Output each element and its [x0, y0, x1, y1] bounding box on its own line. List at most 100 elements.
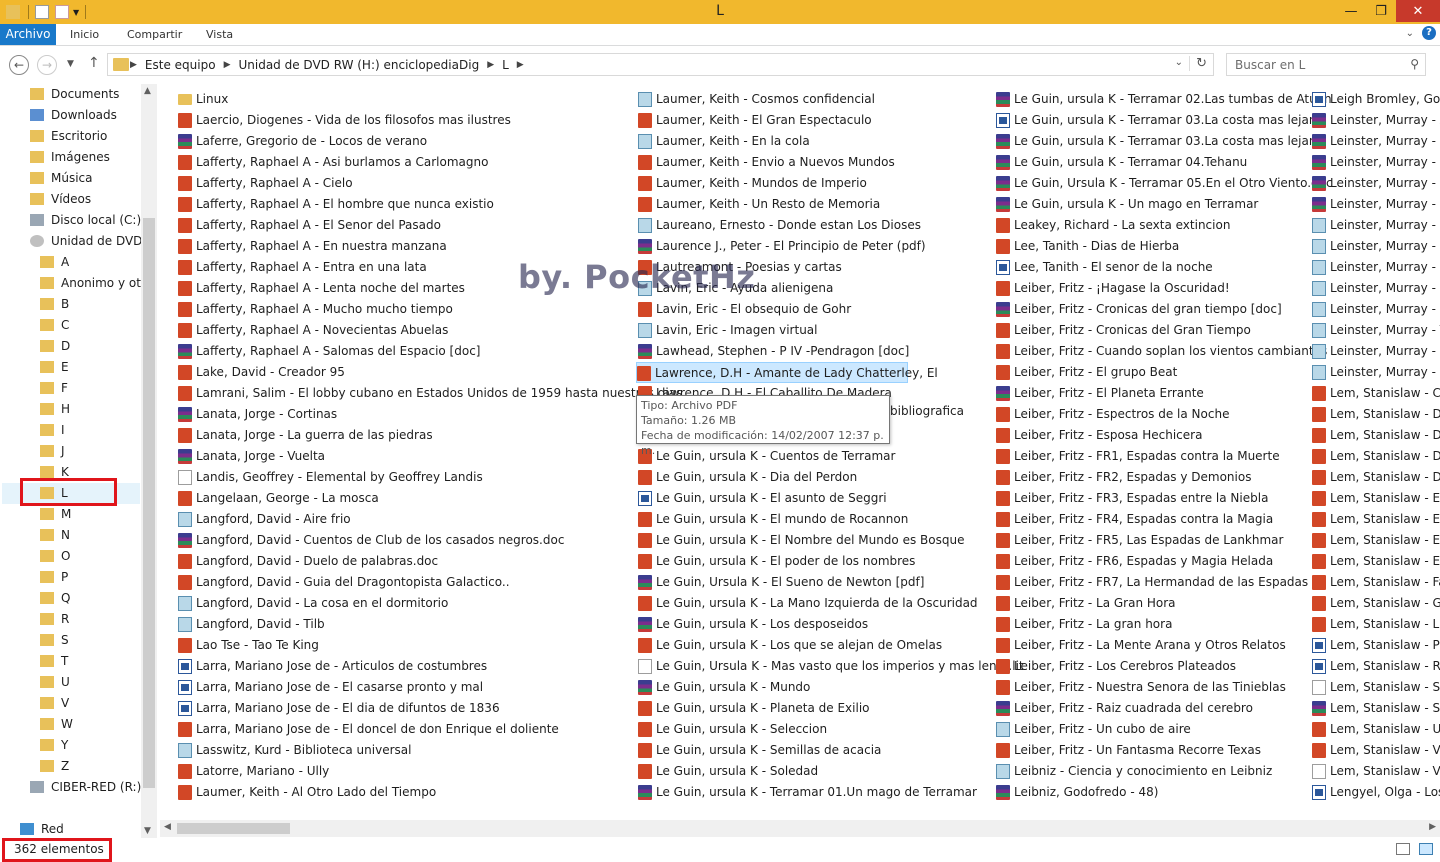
scroll-right-icon[interactable]: ▶: [1429, 822, 1436, 832]
file-name: Leinster, Murray - Ins: [1330, 218, 1440, 232]
chevron-right-icon[interactable]: ▶: [130, 60, 137, 70]
up-icon[interactable]: ↑: [88, 55, 100, 71]
pdf-file-icon: [996, 407, 1010, 422]
nav-item-label: Disco local (C:): [51, 213, 142, 227]
nav-scrollbar[interactable]: ▲ ▼: [141, 84, 157, 838]
horizontal-scrollbar[interactable]: ◀ ▶: [160, 820, 1440, 837]
chevron-right-icon[interactable]: ▶: [517, 60, 524, 70]
file-name: Leinster, Murray - Gu: [1330, 197, 1440, 211]
nav-item-label: O: [61, 549, 71, 563]
file-name: Linux: [196, 92, 229, 106]
nav-item-label: Vídeos: [51, 192, 92, 206]
djvu-file-icon: [996, 722, 1010, 737]
tab-inicio[interactable]: Inicio: [70, 24, 99, 46]
file-name: Le Guin, ursula K - El asunto de Seggri: [656, 491, 887, 505]
djvu-file-icon: [638, 218, 652, 233]
folder-icon: [40, 256, 54, 268]
details-view-icon[interactable]: [1396, 843, 1410, 855]
txt-file-icon: [1312, 764, 1326, 779]
folder-icon: [40, 571, 54, 583]
search-input[interactable]: Buscar en L: [1235, 58, 1305, 72]
search-icon[interactable]: ⚲: [1410, 57, 1419, 71]
file-name: Leiber, Fritz - FR1, Espadas contra la M…: [1014, 449, 1280, 463]
folder-icon: [40, 466, 54, 478]
expand-ribbon-icon[interactable]: ⌄: [1406, 28, 1414, 39]
pdf-file-icon: [178, 428, 192, 443]
folder-icon: [40, 613, 54, 625]
file-name: Lavin, Eric - Imagen virtual: [656, 323, 818, 337]
crumb-dvd[interactable]: Unidad de DVD RW (H:) enciclopediaDig: [238, 58, 479, 72]
help-icon[interactable]: ?: [1422, 26, 1436, 40]
file-item[interactable]: Lawrence, D.H - Amante de Lady Chatterle…: [636, 362, 938, 383]
large-icons-view-icon[interactable]: [1419, 843, 1433, 855]
nav-item-label: B: [61, 297, 70, 311]
file-name: Leiber, Fritz - Un Fantasma Recorre Texa…: [1014, 743, 1262, 757]
back-icon[interactable]: ←: [9, 55, 29, 75]
pdf-file-icon: [178, 638, 192, 653]
pdf-file-icon: [1312, 512, 1326, 527]
chevron-right-icon[interactable]: ▶: [224, 60, 231, 70]
recent-locations-icon[interactable]: ▼: [67, 59, 74, 69]
file-name: Leinster, Murray - Un: [1330, 344, 1440, 358]
scroll-down-icon[interactable]: ▼: [144, 826, 151, 836]
scroll-thumb[interactable]: [143, 218, 155, 788]
file-name: Lem, Stanislaw - Viaj: [1330, 764, 1440, 778]
file-name: Langford, David - Aire frio: [196, 512, 351, 526]
pdf-file-icon: [178, 260, 192, 275]
pdf-file-icon: [638, 596, 652, 611]
file-name: Laumer, Keith - Un Resto de Memoria: [656, 197, 881, 211]
pdf-file-icon: [996, 680, 1010, 695]
restore-icon[interactable]: ❐: [1366, 0, 1396, 22]
file-name: Leinster, Murray - La: [1330, 239, 1440, 253]
rar-file-icon: [638, 680, 652, 695]
doc-file-icon: [1312, 785, 1326, 800]
tab-compartir[interactable]: Compartir: [127, 24, 182, 46]
nav-item-label: N: [61, 528, 70, 542]
tab-archivo[interactable]: Archivo: [0, 24, 56, 45]
file-name: Lafferty, Raphael A - En nuestra manzana: [196, 239, 447, 253]
file-name: Lem, Stanislaw - La F: [1330, 617, 1440, 631]
file-tooltip: Tipo: Archivo PDF Tamaño: 1.26 MB Fecha …: [636, 395, 890, 457]
chevron-right-icon[interactable]: ▶: [487, 60, 494, 70]
djvu-file-icon: [1312, 281, 1326, 296]
minimize-icon[interactable]: —: [1336, 0, 1366, 22]
tab-vista[interactable]: Vista: [206, 24, 233, 46]
pdf-file-icon: [178, 176, 192, 191]
crumb-este-equipo[interactable]: Este equipo: [145, 58, 216, 72]
crumb-l[interactable]: L: [502, 58, 509, 72]
library-folder-icon: [30, 130, 44, 142]
folder-file-icon: [178, 94, 192, 105]
pdf-file-icon: [178, 281, 192, 296]
file-name: Le Guin, ursula K - Los que se alejan de…: [656, 638, 943, 652]
doc-file-icon: [178, 680, 192, 695]
file-name: Lafferty, Raphael A - Mucho mucho tiempo: [196, 302, 453, 316]
pdf-file-icon: [178, 386, 192, 401]
scroll-left-icon[interactable]: ◀: [164, 822, 171, 832]
file-name: Lafferty, Raphael A - El Senor del Pasad…: [196, 218, 441, 232]
rar-file-icon: [996, 701, 1010, 716]
address-bar[interactable]: ▶ Este equipo ▶ Unidad de DVD RW (H:) en…: [107, 53, 1214, 76]
pdf-file-icon: [638, 197, 652, 212]
pdf-file-icon: [996, 743, 1010, 758]
scroll-thumb[interactable]: [177, 823, 290, 834]
file-name: Le Guin, ursula K - Terramar 03.La costa…: [1014, 113, 1324, 127]
file-name: Latorre, Mariano - Ully: [196, 764, 330, 778]
breadcrumb: ▶ Este equipo ▶ Unidad de DVD RW (H:) en…: [130, 58, 532, 72]
file-name: Laumer, Keith - Cosmos confidencial: [656, 92, 875, 106]
file-name: Le Guin, ursula K - Los desposeidos: [656, 617, 869, 631]
djvu-file-icon: [1312, 302, 1326, 317]
file-name: Le Guin, ursula K - El poder de los nomb…: [656, 554, 916, 568]
address-dropdown-icon[interactable]: ⌄: [1175, 57, 1183, 68]
navigation-bar: ← → ▼ ↑ ▶ Este equipo ▶ Unidad de DVD RW…: [0, 50, 1440, 80]
forward-icon[interactable]: →: [37, 55, 57, 75]
file-name: Le Guin, ursula K - Mundo: [656, 680, 811, 694]
refresh-icon[interactable]: ↻: [1189, 56, 1207, 71]
pdf-file-icon: [1312, 449, 1326, 464]
file-name: Leigh Bromley, Gordo: [1330, 92, 1440, 106]
search-box[interactable]: Buscar en L ⚲: [1226, 53, 1426, 76]
djvu-file-icon: [638, 134, 652, 149]
file-name: Lee, Tanith - Dias de Hierba: [1014, 239, 1180, 253]
scroll-up-icon[interactable]: ▲: [144, 86, 151, 96]
file-name: Leibniz, Godofredo - 48): [1014, 785, 1159, 799]
close-icon[interactable]: ✕: [1396, 0, 1440, 22]
